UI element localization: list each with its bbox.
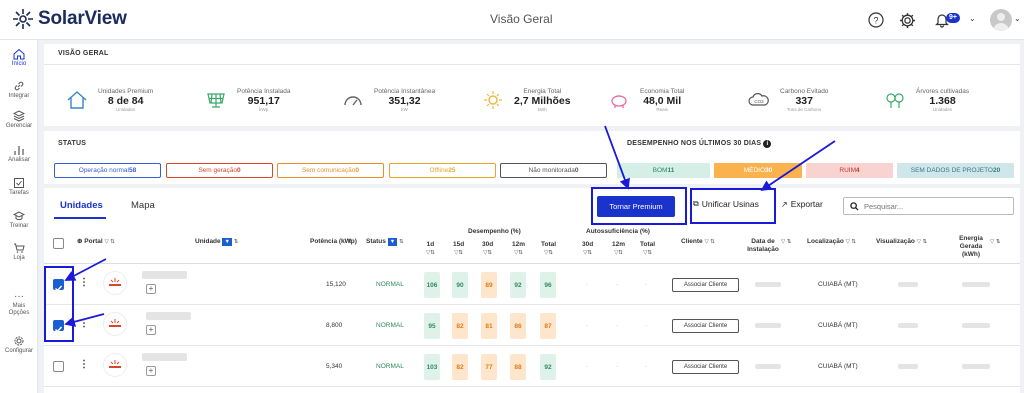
arrow-to-premium — [604, 125, 630, 190]
arrow-to-unify — [760, 140, 836, 192]
annotation-arrows — [64, 125, 836, 327]
arrow-to-row2-checkbox — [64, 313, 105, 327]
arrow-to-row1-checkbox — [64, 258, 107, 281]
